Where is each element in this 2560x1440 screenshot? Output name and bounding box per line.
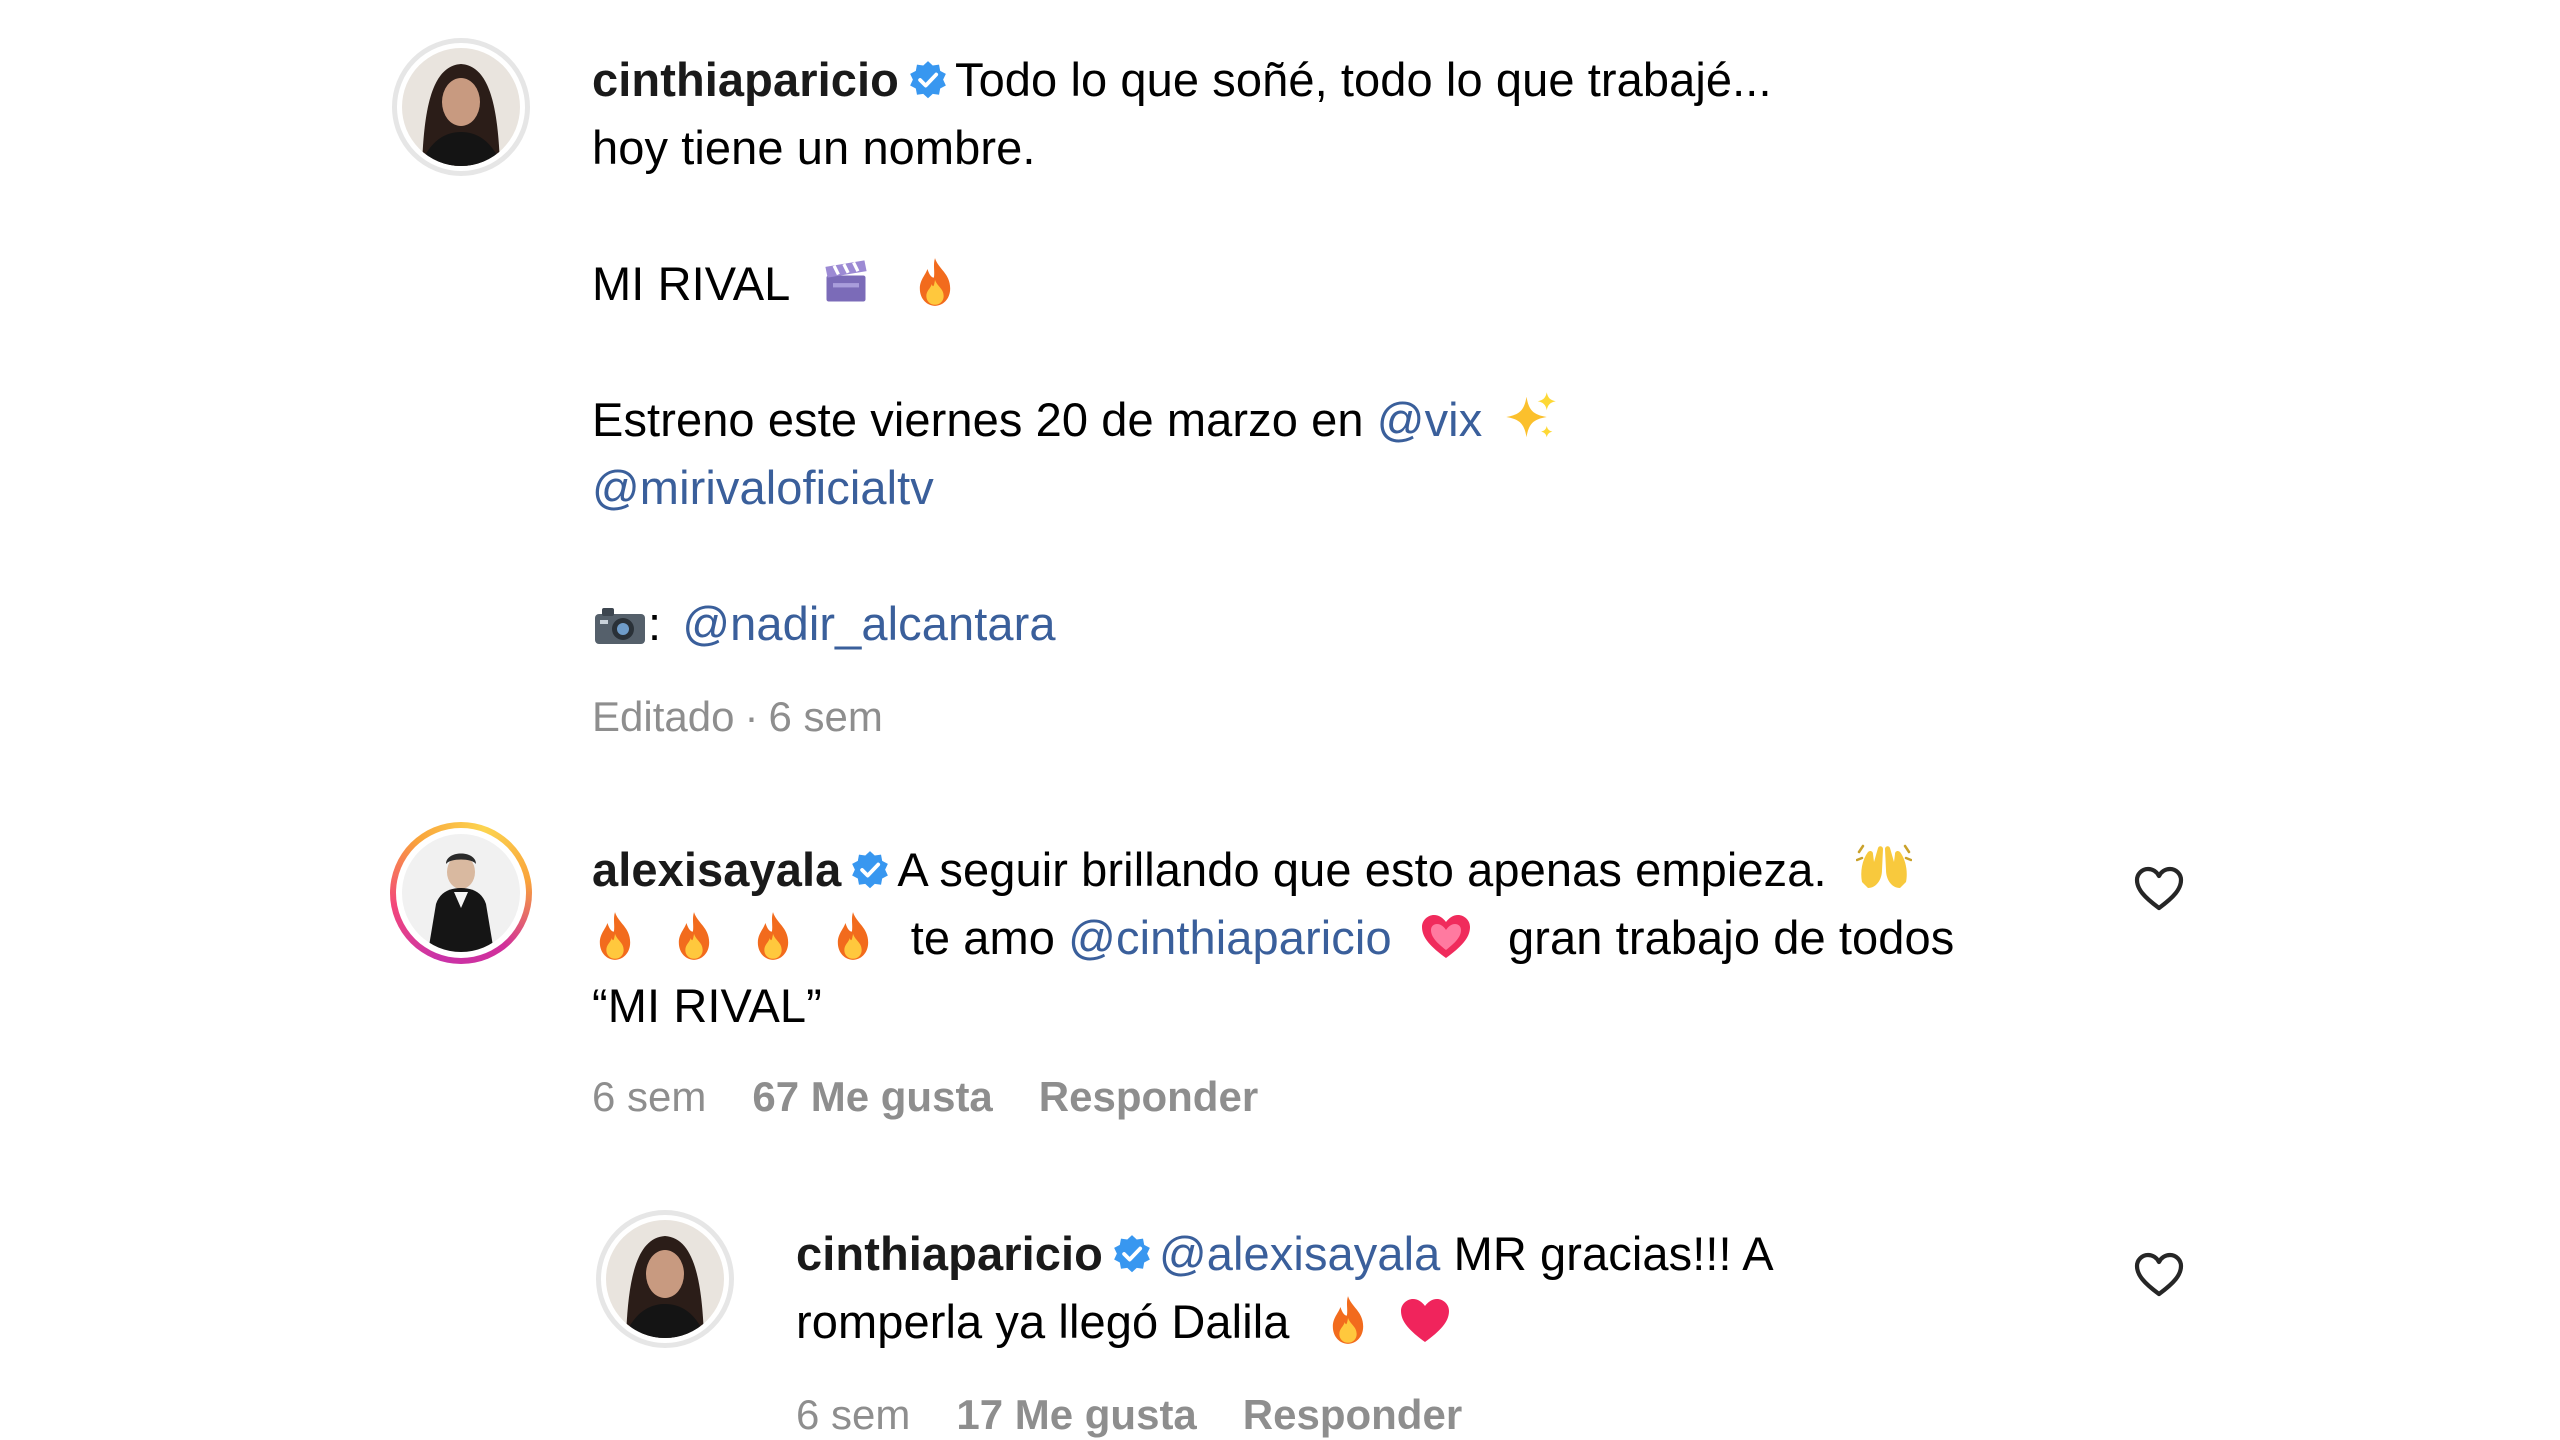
caption-text-line-1: Todo lo que soñé, todo lo que trabajé...	[954, 53, 1772, 106]
avatar-cinthiaparicio-reply[interactable]	[596, 1210, 734, 1348]
avatar-photo-icon	[606, 1220, 724, 1338]
comment-1-reply-button[interactable]: Responder	[1039, 1073, 1258, 1120]
verified-badge-icon	[1114, 1235, 1150, 1273]
mention-vix[interactable]: @vix	[1377, 393, 1483, 446]
caption-estreno-text: Estreno este viernes 20 de marzo en	[592, 393, 1364, 446]
comment-1-line-3: “MI RIVAL”	[592, 979, 822, 1032]
caption-edited-label: Editado	[592, 693, 735, 740]
reply-1-reply-button[interactable]: Responder	[1243, 1391, 1462, 1438]
avatar-photo-icon	[402, 48, 520, 166]
raising-hands-icon	[1855, 844, 1912, 888]
caption-title-line: MI RIVAL	[592, 250, 959, 318]
caption-estreno-line: Estreno este viernes 20 de marzo en @vix	[592, 386, 1558, 454]
reply-1-text-2: romperla ya llegó Dalila	[796, 1295, 1290, 1348]
fire-icon	[758, 912, 789, 960]
comment-1-text-2: te amo	[910, 911, 1055, 964]
caption-username[interactable]: cinthiaparicio	[592, 53, 899, 106]
heart-emoji-icon	[1421, 915, 1470, 958]
reply-1-like-heart-icon[interactable]	[2134, 1252, 2184, 1298]
fire-icon	[837, 912, 868, 960]
fire-icon	[919, 258, 951, 306]
avatar-alexisayala[interactable]	[390, 822, 532, 964]
comment-1-meta: 6 sem 67 Me gusta Responder	[592, 1072, 1258, 1122]
comment-1-likes[interactable]: 67 Me gusta	[752, 1073, 992, 1120]
mention-nadir-alcantara[interactable]: @nadir_alcantara	[682, 597, 1055, 650]
comment-1-time: 6 sem	[592, 1073, 707, 1120]
caption-meta: Editado · 6 sem	[592, 692, 883, 742]
comment-1-line-2: te amo @cinthiaparicio gran trabajo de t…	[592, 904, 1954, 972]
caption-photo-colon: :	[648, 597, 662, 650]
caption-line-2: hoy tiene un nombre.	[592, 121, 1036, 174]
avatar-cinthiaparicio[interactable]	[392, 38, 530, 176]
heart-emoji-icon	[1400, 1299, 1449, 1342]
verified-badge-icon	[852, 851, 889, 889]
caption-photo-credit-line: : @nadir_alcantara	[592, 590, 1056, 658]
reply-1-text-1: MR gracias!!! A	[1453, 1227, 1774, 1280]
comment-1-username[interactable]: alexisayala	[592, 843, 841, 896]
reply-1-line-1: cinthiaparicio @alexisayala MR gracias!!!…	[796, 1220, 1774, 1288]
mention-cinthiaparicio[interactable]: @cinthiaparicio	[1068, 911, 1392, 964]
sparkles-icon	[1505, 392, 1556, 438]
reply-1-username[interactable]: cinthiaparicio	[796, 1227, 1103, 1280]
camera-icon	[595, 608, 645, 644]
avatar-photo-icon	[402, 834, 520, 952]
comment-1-text-3: gran trabajo de todos	[1508, 911, 1955, 964]
caption-time: 6 sem	[768, 693, 883, 740]
reply-1-meta: 6 sem 17 Me gusta Responder	[796, 1390, 1462, 1440]
clapperboard-icon	[825, 260, 867, 302]
fire-icon	[599, 912, 631, 960]
fire-icon	[679, 912, 710, 960]
reply-1-time: 6 sem	[796, 1391, 911, 1438]
mention-alexisayala[interactable]: @alexisayala	[1159, 1227, 1440, 1280]
caption-meta-separator: ·	[744, 693, 759, 740]
comment-1-like-heart-icon[interactable]	[2134, 866, 2184, 912]
comment-1-line-1: alexisayala A seguir brillando que esto a…	[592, 836, 1912, 904]
comments-thread: cinthiaparicio Todo lo que soñé, todo lo …	[0, 0, 2560, 1440]
caption-title: MI RIVAL	[592, 257, 789, 310]
reply-1-line-2: romperla ya llegó Dalila	[796, 1288, 1452, 1356]
mention-mirivaloficialtv[interactable]: @mirivaloficialtv	[592, 454, 934, 522]
comment-1-text-1: A seguir brillando que esto apenas empie…	[897, 843, 1827, 896]
caption-line-1: cinthiaparicio Todo lo que soñé, todo lo …	[592, 46, 1772, 114]
verified-badge-icon	[910, 61, 946, 99]
reply-1-likes[interactable]: 17 Me gusta	[956, 1391, 1196, 1438]
fire-icon	[1332, 1296, 1363, 1344]
